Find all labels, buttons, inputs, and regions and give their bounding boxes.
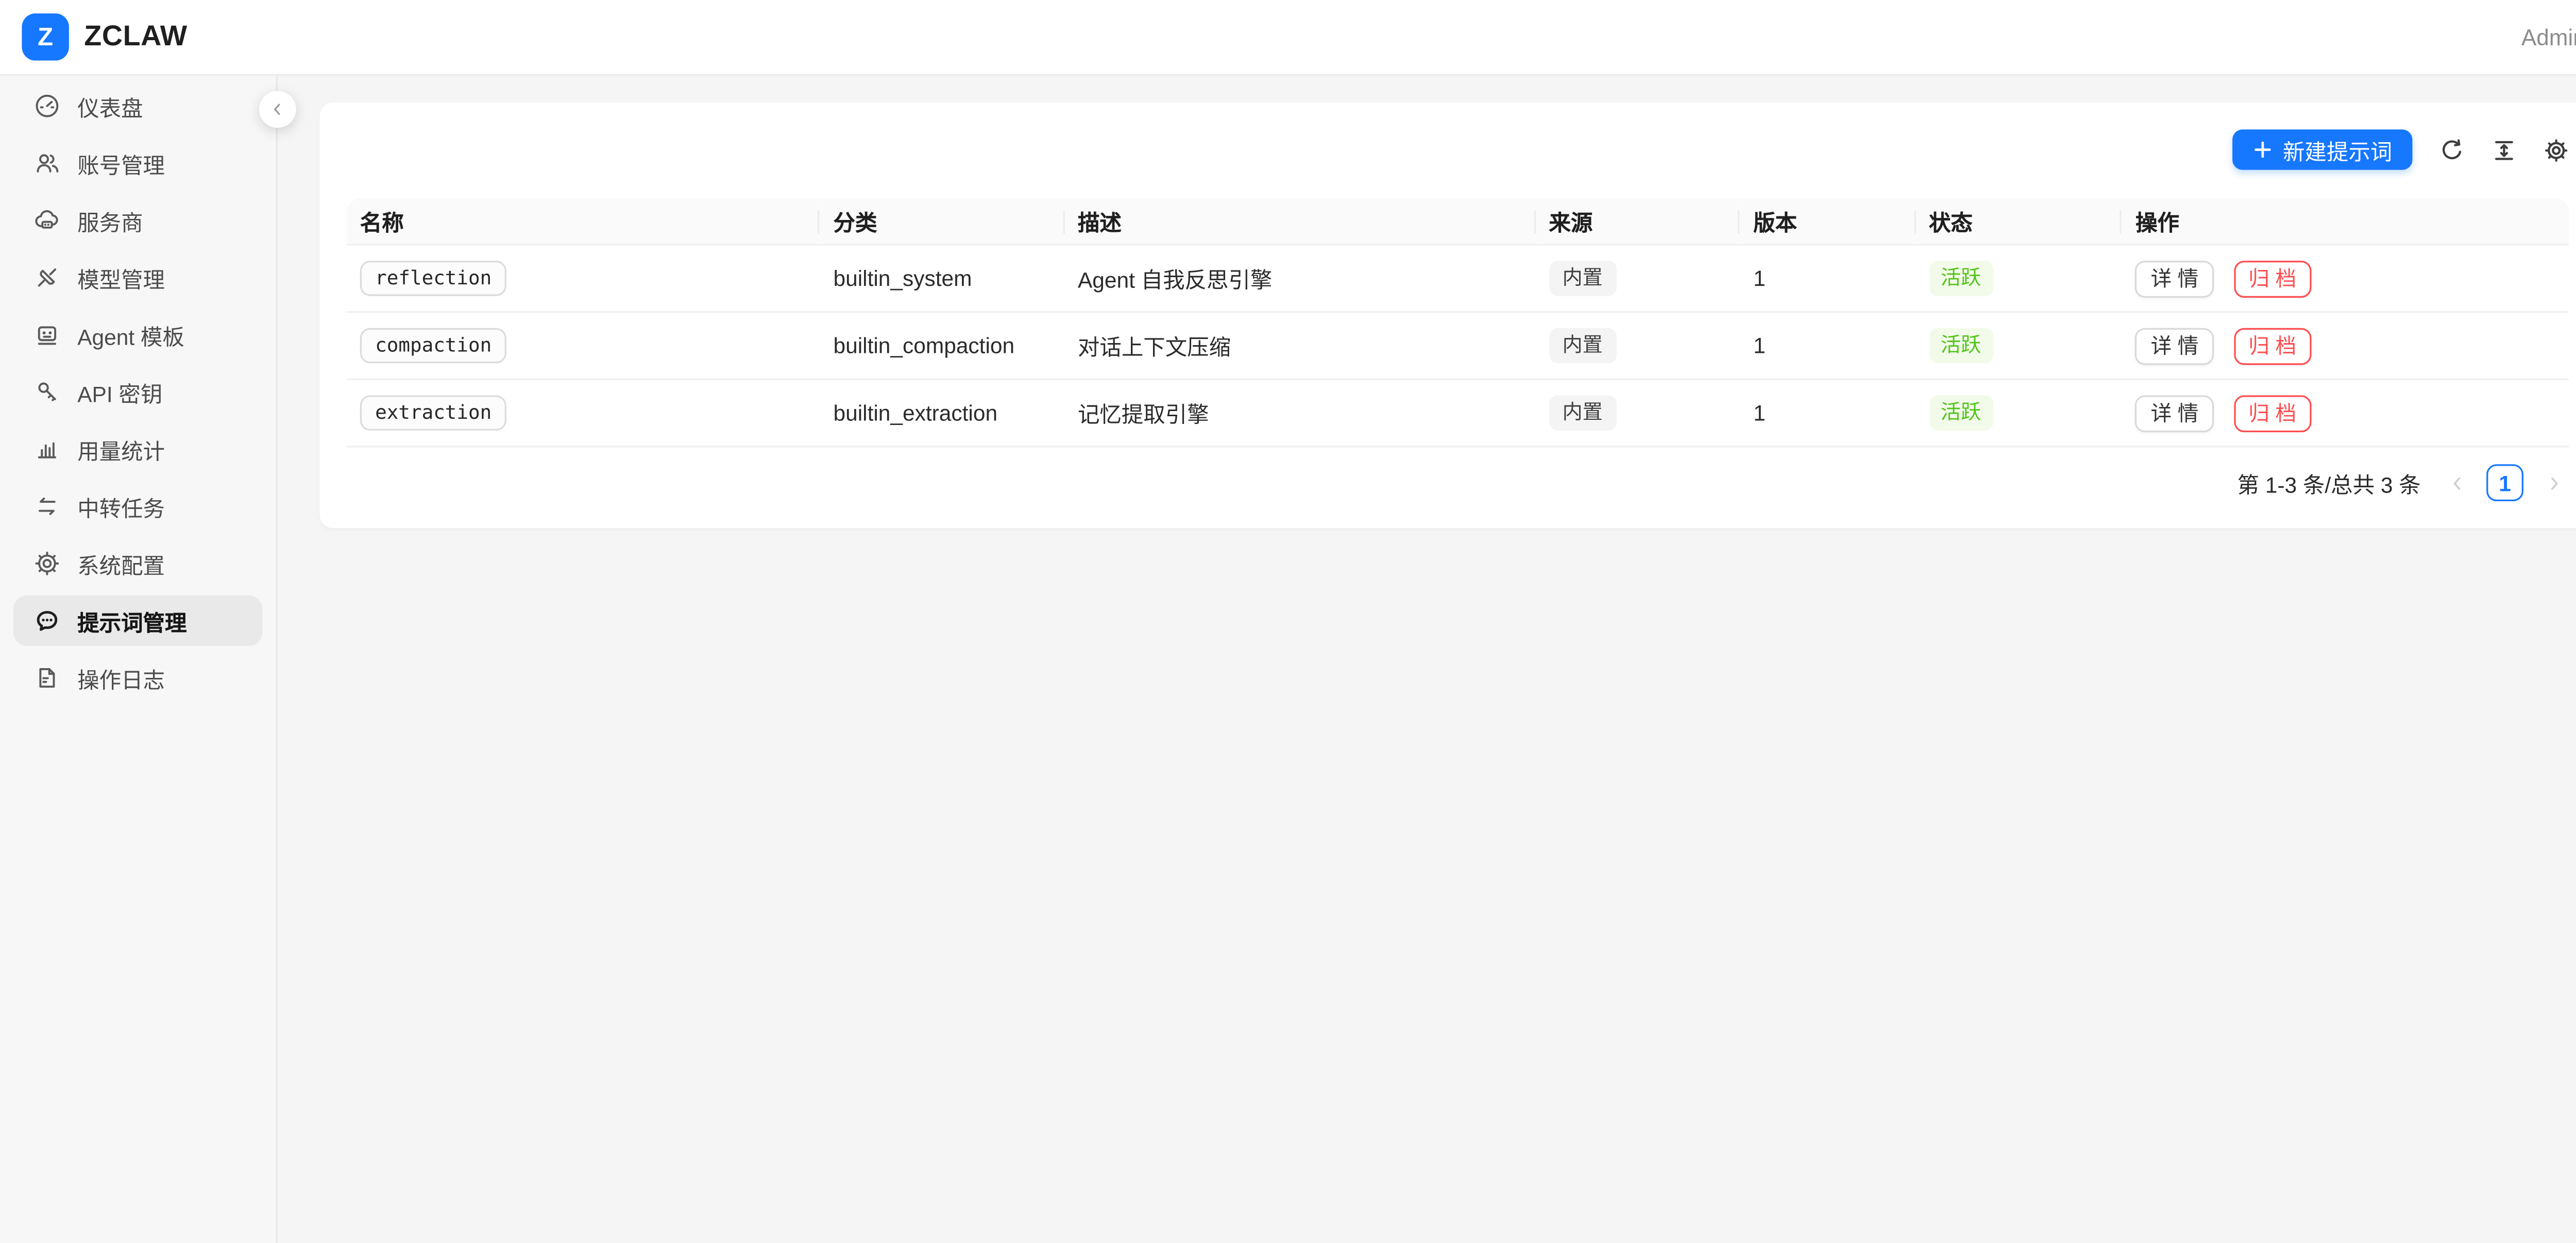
pagination-summary: 第 1-3 条/总共 3 条 bbox=[2238, 467, 2421, 499]
column-height-icon[interactable] bbox=[2490, 136, 2517, 163]
brand-name: ZCLAW bbox=[84, 20, 188, 54]
detail-button[interactable]: 详 情 bbox=[2136, 260, 2214, 297]
prompt-name-tag: compaction bbox=[360, 328, 507, 364]
source-tag: 内置 bbox=[1549, 329, 1616, 363]
column-header: 描述 bbox=[1064, 198, 1535, 245]
sidebar: 仪表盘 账号管理 服务商 模型管理 Agent 模板 API 密钥 用量统计 中… bbox=[0, 74, 278, 1243]
sidebar-item-models[interactable]: 模型管理 bbox=[13, 252, 262, 303]
sidebar-item-usage-stats[interactable]: 用量统计 bbox=[13, 424, 262, 474]
description-cell: 记忆提取引擎 bbox=[1064, 379, 1535, 447]
category-cell: builtin_compaction bbox=[820, 312, 1064, 380]
table-row: extraction builtin_extraction 记忆提取引擎 内置 … bbox=[347, 379, 2569, 447]
main-area: 新建提示词 名称分类描述来源版本状态操作 refl bbox=[279, 74, 2576, 1243]
sidebar-item-agent-templates[interactable]: Agent 模板 bbox=[13, 310, 262, 360]
logs-icon bbox=[33, 665, 60, 691]
settings-icon[interactable] bbox=[2542, 136, 2569, 163]
prompts-card: 新建提示词 名称分类描述来源版本状态操作 refl bbox=[319, 103, 2576, 528]
app-viewport: Z ZCLAW Admin 仪表盘 账号管理 服务商 模型管理 Agent 模板… bbox=[0, 0, 2576, 1243]
user-menu[interactable]: Admin bbox=[2521, 24, 2576, 49]
sidebar-item-dashboard[interactable]: 仪表盘 bbox=[13, 81, 262, 131]
column-header: 名称 bbox=[347, 198, 820, 245]
description-cell: 对话上下文压缩 bbox=[1064, 312, 1535, 380]
new-prompt-button[interactable]: 新建提示词 bbox=[2232, 129, 2412, 169]
chevron-left-icon bbox=[2447, 473, 2465, 492]
chevron-left-icon bbox=[269, 101, 286, 118]
archive-button[interactable]: 归 档 bbox=[2233, 327, 2312, 364]
table-row: compaction builtin_compaction 对话上下文压缩 内置… bbox=[347, 312, 2569, 380]
relay-tasks-icon bbox=[33, 493, 60, 520]
description-cell: Agent 自我反思引擎 bbox=[1064, 245, 1535, 312]
status-badge: 活跃 bbox=[1929, 396, 1993, 430]
sidebar-item-logs[interactable]: 操作日志 bbox=[13, 653, 262, 703]
prompts-table: 名称分类描述来源版本状态操作 reflection builtin_system… bbox=[347, 198, 2569, 447]
plus-icon bbox=[2252, 140, 2273, 160]
column-header: 分类 bbox=[820, 198, 1064, 245]
version-cell: 1 bbox=[1740, 379, 1916, 447]
sidebar-item-accounts[interactable]: 账号管理 bbox=[13, 138, 262, 189]
source-tag: 内置 bbox=[1549, 261, 1616, 295]
app-header: Z ZCLAW Admin bbox=[0, 0, 2576, 76]
reload-icon[interactable] bbox=[2437, 136, 2464, 163]
detail-button[interactable]: 详 情 bbox=[2136, 395, 2214, 432]
archive-button[interactable]: 归 档 bbox=[2233, 260, 2312, 297]
chevron-right-icon bbox=[2545, 473, 2563, 492]
pagination: 第 1-3 条/总共 3 条 1 bbox=[347, 464, 2569, 501]
brand-logo-letter: Z bbox=[38, 23, 53, 52]
source-tag: 内置 bbox=[1549, 396, 1616, 430]
agent-templates-icon bbox=[33, 321, 60, 348]
sidebar-item-providers[interactable]: 服务商 bbox=[13, 195, 262, 246]
usage-stats-icon bbox=[33, 436, 60, 463]
sidebar-item-relay-tasks[interactable]: 中转任务 bbox=[13, 481, 262, 532]
accounts-icon bbox=[33, 150, 60, 177]
prev-page-button[interactable] bbox=[2441, 464, 2471, 501]
column-header: 版本 bbox=[1740, 198, 1916, 245]
version-cell: 1 bbox=[1740, 312, 1916, 380]
column-header: 状态 bbox=[1916, 198, 2122, 245]
api-keys-icon bbox=[33, 379, 60, 405]
table-row: reflection builtin_system Agent 自我反思引擎 内… bbox=[347, 245, 2569, 312]
models-icon bbox=[33, 264, 60, 291]
sidebar-item-prompts[interactable]: 提示词管理 bbox=[13, 595, 262, 646]
version-cell: 1 bbox=[1740, 245, 1916, 312]
page-number-button[interactable]: 1 bbox=[2486, 464, 2523, 501]
column-header: 操作 bbox=[2122, 198, 2569, 245]
providers-icon bbox=[33, 207, 60, 234]
next-page-button[interactable] bbox=[2538, 464, 2569, 501]
category-cell: builtin_system bbox=[820, 245, 1064, 312]
table-toolbar: 新建提示词 bbox=[347, 129, 2569, 169]
sidebar-collapse-button[interactable] bbox=[259, 91, 296, 128]
detail-button[interactable]: 详 情 bbox=[2136, 327, 2214, 364]
dashboard-icon bbox=[33, 93, 60, 120]
sidebar-item-system-config[interactable]: 系统配置 bbox=[13, 538, 262, 589]
status-badge: 活跃 bbox=[1929, 329, 1993, 363]
prompts-icon bbox=[33, 607, 60, 634]
prompt-name-tag: extraction bbox=[360, 395, 507, 431]
category-cell: builtin_extraction bbox=[820, 379, 1064, 447]
sidebar-item-api-keys[interactable]: API 密钥 bbox=[13, 367, 262, 417]
archive-button[interactable]: 归 档 bbox=[2233, 395, 2312, 432]
table-header-row: 名称分类描述来源版本状态操作 bbox=[347, 198, 2569, 245]
column-header: 来源 bbox=[1535, 198, 1740, 245]
prompt-name-tag: reflection bbox=[360, 260, 507, 296]
brand-logo: Z bbox=[22, 13, 69, 60]
status-badge: 活跃 bbox=[1929, 261, 1993, 295]
system-config-icon bbox=[33, 550, 60, 577]
